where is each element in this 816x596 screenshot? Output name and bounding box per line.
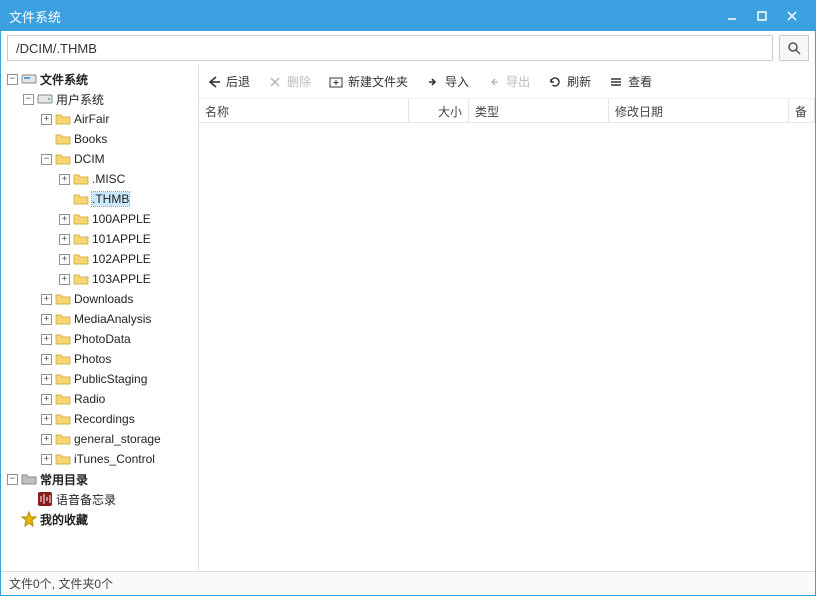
col-date[interactable]: 修改日期: [609, 99, 789, 122]
path-bar: [1, 31, 815, 65]
folder-icon: [55, 291, 71, 307]
tree-voicememo[interactable]: 语音备忘录: [3, 489, 196, 509]
col-note[interactable]: 备注: [789, 99, 815, 122]
refresh-icon: [548, 75, 562, 89]
folder-icon: [55, 311, 71, 327]
folder-icon: [55, 431, 71, 447]
tree-item[interactable]: Books: [3, 129, 196, 149]
folder-icon: [73, 171, 89, 187]
tree-item[interactable]: +iTunes_Control: [3, 449, 196, 469]
list-header[interactable]: 名称 大小 类型 修改日期 备注: [199, 99, 815, 123]
folder-icon: [55, 151, 71, 167]
tree-item[interactable]: +100APPLE: [3, 209, 196, 229]
back-icon: [207, 75, 221, 89]
star-icon: [21, 511, 37, 527]
app-icon: [37, 491, 53, 507]
import-icon: [426, 75, 440, 89]
maximize-button[interactable]: [747, 1, 777, 31]
tree-usersys[interactable]: − 用户系统: [3, 89, 196, 109]
newfolder-button[interactable]: 新建文件夹: [329, 73, 408, 90]
tree-item[interactable]: +MediaAnalysis: [3, 309, 196, 329]
tree-item-dcim[interactable]: −DCIM: [3, 149, 196, 169]
tree-item[interactable]: +PhotoData: [3, 329, 196, 349]
status-bar: 文件0个, 文件夹0个: [1, 571, 815, 595]
window-title: 文件系统: [9, 7, 717, 26]
tree-common[interactable]: − 常用目录: [3, 469, 196, 489]
folder-icon: [73, 271, 89, 287]
tree-item[interactable]: +PublicStaging: [3, 369, 196, 389]
folder-icon: [73, 231, 89, 247]
tree-root[interactable]: − 文件系统: [3, 69, 196, 89]
refresh-button[interactable]: 刷新: [548, 73, 591, 90]
folder-icon: [55, 391, 71, 407]
view-icon: [609, 75, 623, 89]
tree-item[interactable]: +103APPLE: [3, 269, 196, 289]
search-button[interactable]: [779, 35, 809, 61]
tree-item[interactable]: +102APPLE: [3, 249, 196, 269]
delete-icon: [268, 75, 282, 89]
col-size[interactable]: 大小: [409, 99, 469, 122]
file-list[interactable]: [199, 123, 815, 571]
tree-favorites[interactable]: 我的收藏: [3, 509, 196, 529]
tree-item[interactable]: +AirFair: [3, 109, 196, 129]
folder-icon: [55, 371, 71, 387]
folder-icon: [73, 251, 89, 267]
titlebar: 文件系统: [1, 1, 815, 31]
import-button[interactable]: 导入: [426, 73, 469, 90]
folder-icon: [55, 451, 71, 467]
folder-icon: [73, 191, 89, 207]
tree-item[interactable]: +Downloads: [3, 289, 196, 309]
view-button[interactable]: 查看: [609, 73, 652, 90]
tree-item[interactable]: +101APPLE: [3, 229, 196, 249]
folder-icon: [55, 111, 71, 127]
folder-icon: [21, 471, 37, 487]
folder-icon: [55, 331, 71, 347]
tree-item[interactable]: +Photos: [3, 349, 196, 369]
back-button[interactable]: 后退: [207, 73, 250, 90]
minimize-button[interactable]: [717, 1, 747, 31]
newfolder-icon: [329, 75, 343, 89]
drive-icon: [21, 71, 37, 87]
tree-item[interactable]: +general_storage: [3, 429, 196, 449]
tree-item-selected[interactable]: .THMB: [3, 189, 196, 209]
tree-item[interactable]: +.MISC: [3, 169, 196, 189]
delete-button: 删除: [268, 73, 311, 90]
search-icon: [787, 41, 801, 55]
toolbar: 后退 删除 新建文件夹 导入 导出 刷新 查看: [199, 65, 815, 99]
folder-icon: [73, 211, 89, 227]
folder-icon: [55, 131, 71, 147]
tree-item[interactable]: +Radio: [3, 389, 196, 409]
folder-icon: [55, 351, 71, 367]
sidebar-tree[interactable]: − 文件系统 − 用户系统 +AirFair Books −DCIM +.MIS…: [1, 65, 199, 571]
col-type[interactable]: 类型: [469, 99, 609, 122]
path-input[interactable]: [7, 35, 773, 61]
export-button: 导出: [487, 73, 530, 90]
folder-icon: [55, 411, 71, 427]
col-name[interactable]: 名称: [199, 99, 409, 122]
export-icon: [487, 75, 501, 89]
status-text: 文件0个, 文件夹0个: [9, 575, 113, 592]
tree-item[interactable]: +Recordings: [3, 409, 196, 429]
drive-icon: [37, 91, 53, 107]
close-button[interactable]: [777, 1, 807, 31]
